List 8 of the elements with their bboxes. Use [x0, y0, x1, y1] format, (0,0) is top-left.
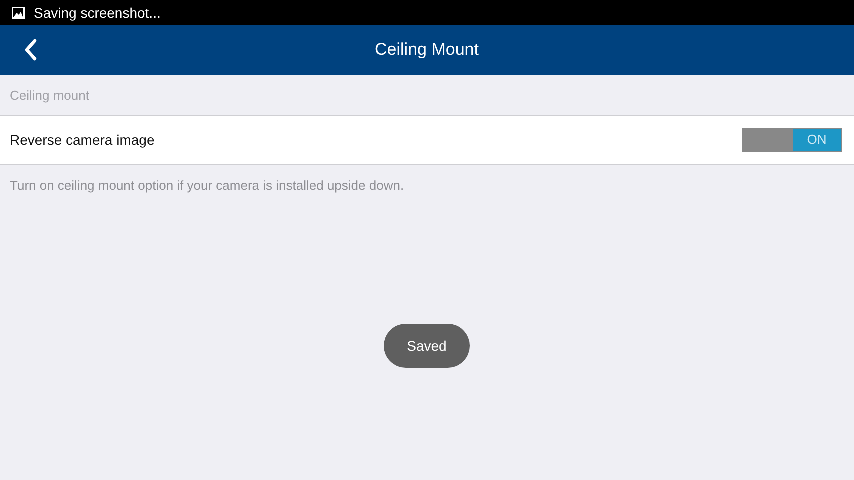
image-icon	[12, 6, 25, 18]
toggle-switch[interactable]: ON	[742, 128, 842, 152]
setting-label: Reverse camera image	[10, 132, 155, 148]
toast-message: Saved	[384, 324, 470, 368]
back-button[interactable]	[24, 38, 38, 62]
hint-text: Turn on ceiling mount option if your camera is installed upside down.	[9, 177, 406, 195]
notification-text: Saving screenshot...	[34, 4, 161, 20]
screen-title: Ceiling Mount	[375, 40, 479, 60]
